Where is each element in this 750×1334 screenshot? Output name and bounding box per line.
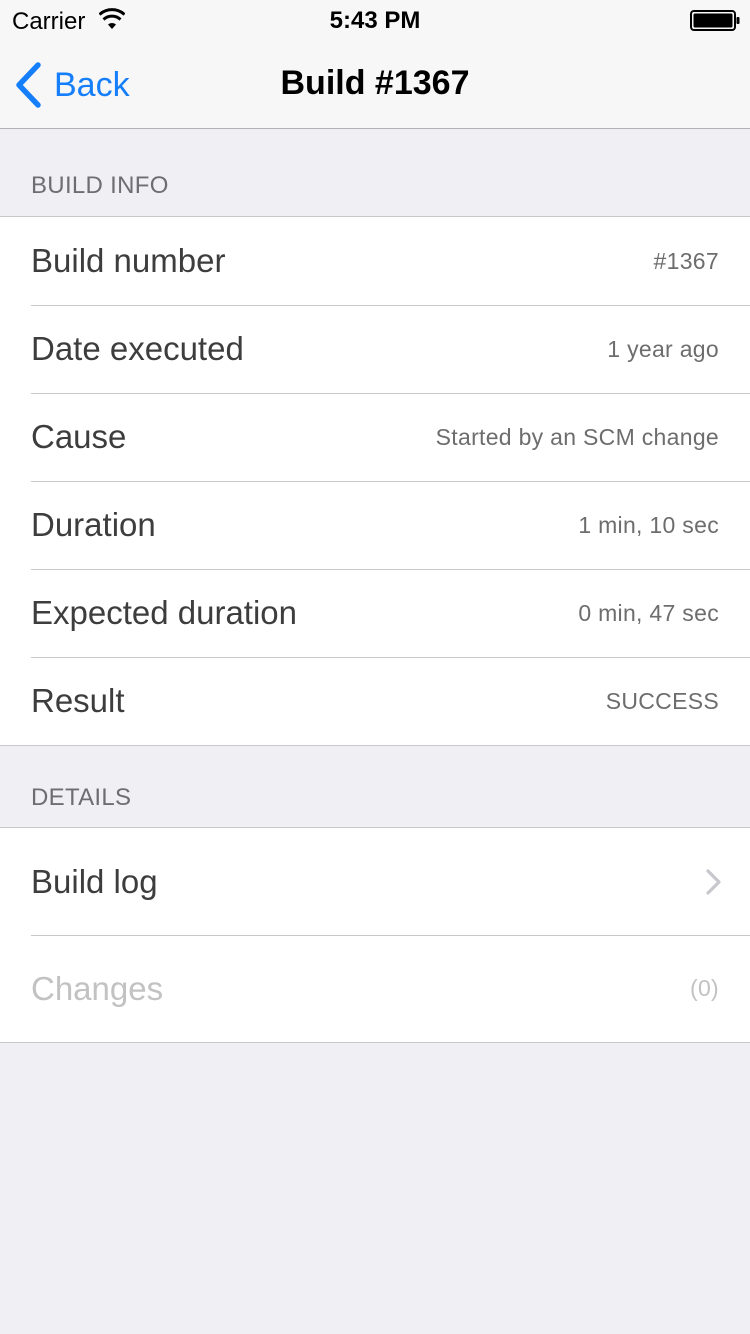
status-bar: Carrier 5:43 PM — [0, 0, 750, 40]
row-value: 1 year ago — [607, 335, 719, 362]
row-label: Date executed — [31, 330, 244, 367]
row-result: Result SUCCESS — [0, 657, 750, 745]
section-header-details: DETAILS — [31, 784, 132, 811]
navigation-bar: Back Build #1367 — [0, 40, 750, 129]
row-label: Build log — [31, 862, 158, 900]
row-label: Duration — [31, 506, 156, 543]
row-label: Result — [31, 682, 125, 719]
chevron-right-icon — [706, 868, 721, 895]
battery-icon — [690, 10, 740, 31]
row-label: Cause — [31, 418, 127, 455]
row-label: Expected duration — [31, 594, 298, 631]
row-label: Build number — [31, 242, 226, 279]
status-time: 5:43 PM — [329, 7, 421, 34]
section-header-build-info: BUILD INFO — [31, 172, 169, 199]
row-duration: Duration 1 min, 10 sec — [0, 481, 750, 569]
changes-count: (0) — [689, 975, 719, 1001]
row-value: 1 min, 10 sec — [578, 511, 719, 538]
row-value: #1367 — [653, 247, 719, 274]
page-title: Build #1367 — [280, 64, 470, 102]
row-value: 0 min, 47 sec — [578, 599, 719, 626]
row-build-log[interactable]: Build log — [0, 828, 750, 935]
row-expected-duration: Expected duration 0 min, 47 sec — [0, 569, 750, 657]
row-date-executed: Date executed 1 year ago — [0, 305, 750, 393]
row-build-number: Build number #1367 — [0, 217, 750, 305]
row-label: Changes — [31, 969, 164, 1007]
details-table: Build log Changes (0) — [0, 827, 750, 1043]
row-value: SUCCESS — [605, 687, 719, 714]
row-changes: Changes (0) — [0, 935, 750, 1042]
row-value: Started by an SCM change — [435, 423, 719, 450]
row-cause: Cause Started by an SCM change — [0, 393, 750, 481]
build-info-table: Build number #1367 Date executed 1 year … — [0, 216, 750, 746]
